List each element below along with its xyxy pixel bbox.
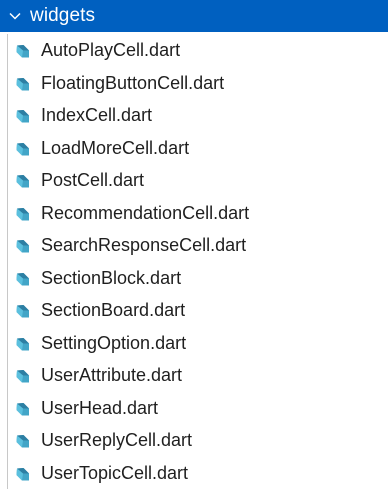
indent-guide xyxy=(7,391,8,424)
chevron-down-icon[interactable] xyxy=(6,7,24,25)
indent-guide xyxy=(7,164,8,197)
dart-file-icon xyxy=(14,206,31,223)
dart-file-icon xyxy=(14,108,31,125)
file-item[interactable]: SectionBlock.dart xyxy=(0,261,388,294)
dart-file-icon xyxy=(14,401,31,418)
file-name: RecommendationCell.dart xyxy=(41,202,250,223)
file-item[interactable]: SectionBoard.dart xyxy=(0,294,388,327)
file-name: AutoPlayCell.dart xyxy=(41,40,181,61)
dart-file-icon xyxy=(14,466,31,483)
indent-guide xyxy=(7,456,8,489)
dart-file-icon xyxy=(14,76,31,93)
indent-guide xyxy=(7,359,8,392)
file-name: UserHead.dart xyxy=(41,397,159,418)
indent-guide xyxy=(7,294,8,327)
file-item[interactable]: SearchResponseCell.dart xyxy=(0,229,388,262)
file-item[interactable]: UserAttribute.dart xyxy=(0,359,388,392)
file-name: UserAttribute.dart xyxy=(41,365,183,386)
indent-guide xyxy=(7,99,8,132)
indent-guide xyxy=(7,424,8,457)
dart-file-icon xyxy=(14,238,31,255)
file-name: UserReplyCell.dart xyxy=(41,430,193,451)
dart-file-icon xyxy=(14,368,31,385)
file-name: IndexCell.dart xyxy=(41,105,153,126)
file-item[interactable]: UserReplyCell.dart xyxy=(0,424,388,457)
file-name: SectionBoard.dart xyxy=(41,300,186,321)
dart-file-icon xyxy=(14,271,31,288)
dart-file-icon xyxy=(14,433,31,450)
indent-guide xyxy=(7,229,8,262)
dart-file-icon xyxy=(14,303,31,320)
file-name: SettingOption.dart xyxy=(41,332,187,353)
indent-guide xyxy=(7,261,8,294)
file-item[interactable]: UserHead.dart xyxy=(0,391,388,424)
file-item[interactable]: FloatingButtonCell.dart xyxy=(0,66,388,99)
file-name: UserTopicCell.dart xyxy=(41,462,189,483)
file-name: SectionBlock.dart xyxy=(41,267,182,288)
file-item[interactable]: IndexCell.dart xyxy=(0,99,388,132)
file-item[interactable]: UserTopicCell.dart xyxy=(0,456,388,489)
dart-file-icon xyxy=(14,336,31,353)
folder-name: widgets xyxy=(30,5,96,26)
file-name: LoadMoreCell.dart xyxy=(41,137,190,158)
folder-row-widgets[interactable]: widgets xyxy=(0,0,388,32)
file-name: SearchResponseCell.dart xyxy=(41,235,247,256)
file-name: PostCell.dart xyxy=(41,170,145,191)
file-item[interactable]: SettingOption.dart xyxy=(0,326,388,359)
indent-guide xyxy=(7,131,8,164)
dart-file-icon xyxy=(14,141,31,158)
file-item[interactable]: LoadMoreCell.dart xyxy=(0,131,388,164)
indent-guide xyxy=(7,326,8,359)
file-item[interactable]: AutoPlayCell.dart xyxy=(0,34,388,67)
file-explorer-panel: widgets AutoPlayCell.dart FloatingButton… xyxy=(0,0,388,495)
file-list: AutoPlayCell.dart FloatingButtonCell.dar… xyxy=(0,34,388,489)
indent-guide xyxy=(7,66,8,99)
dart-file-icon xyxy=(14,43,31,60)
file-item[interactable]: RecommendationCell.dart xyxy=(0,196,388,229)
dart-file-icon xyxy=(14,173,31,190)
file-item[interactable]: PostCell.dart xyxy=(0,164,388,197)
file-name: FloatingButtonCell.dart xyxy=(41,72,225,93)
indent-guide xyxy=(7,196,8,229)
indent-guide xyxy=(7,34,8,67)
